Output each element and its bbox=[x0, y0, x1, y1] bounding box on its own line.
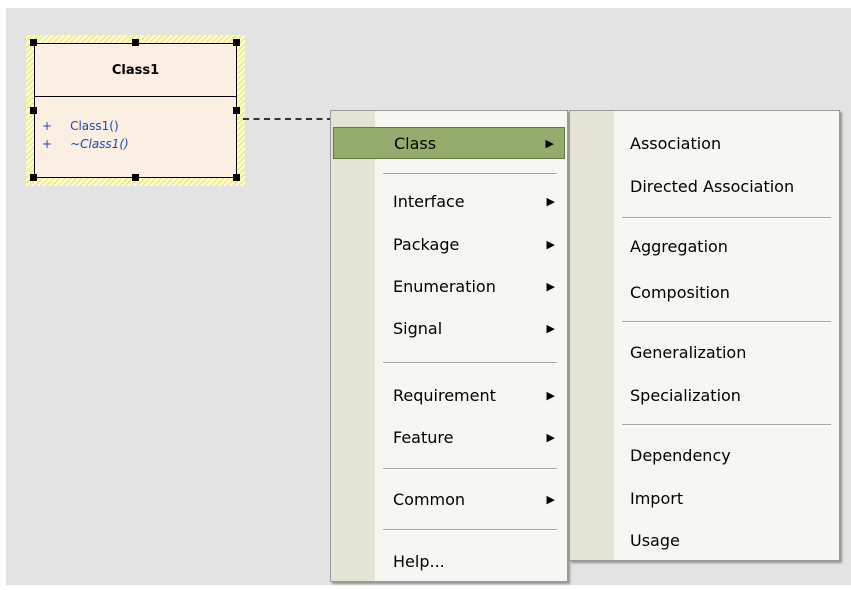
visibility-marker: + bbox=[42, 137, 53, 151]
menu-separator bbox=[622, 321, 831, 323]
menu-item-import[interactable]: Import bbox=[572, 482, 837, 514]
submenu-arrow-icon: ▶ bbox=[546, 321, 555, 335]
menu-item-label: Directed Association bbox=[630, 176, 795, 196]
menu-item-specialization[interactable]: Specialization bbox=[572, 379, 837, 411]
menu-separator bbox=[383, 529, 557, 531]
menu-separator bbox=[383, 173, 557, 175]
menu-item-class[interactable]: Class ▶ bbox=[333, 127, 565, 159]
class-element[interactable]: Class1 + Class1() + ~Class1() bbox=[34, 43, 237, 178]
resize-handle[interactable] bbox=[30, 39, 37, 46]
submenu-arrow-icon: ▶ bbox=[546, 388, 555, 402]
menu-item-feature[interactable]: Feature ▶ bbox=[333, 421, 565, 453]
context-menu: Class ▶ Interface ▶ Package ▶ Enumeratio… bbox=[330, 110, 568, 582]
submenu-arrow-icon: ▶ bbox=[546, 237, 555, 251]
menu-item-label: Requirement bbox=[393, 385, 496, 405]
operation-signature: Class1() bbox=[70, 119, 119, 133]
resize-handle[interactable] bbox=[233, 107, 240, 114]
submenu-arrow-icon: ▶ bbox=[546, 279, 555, 293]
menu-item-label: Interface bbox=[393, 191, 465, 211]
menu-item-label: Association bbox=[630, 133, 722, 153]
menu-item-label: Generalization bbox=[630, 342, 747, 362]
menu-item-label: Dependency bbox=[630, 445, 731, 465]
resize-handle[interactable] bbox=[30, 107, 37, 114]
menu-item-label: Composition bbox=[630, 282, 730, 302]
menu-item-aggregation[interactable]: Aggregation bbox=[572, 230, 837, 262]
menu-item-label: Specialization bbox=[630, 385, 741, 405]
menu-separator bbox=[383, 468, 557, 470]
submenu-arrow-icon: ▶ bbox=[545, 136, 554, 150]
resize-handle[interactable] bbox=[233, 174, 240, 181]
resize-handle[interactable] bbox=[233, 39, 240, 46]
menu-item-dependency[interactable]: Dependency bbox=[572, 439, 837, 471]
menu-item-label: Help... bbox=[393, 551, 445, 571]
menu-item-label: Common bbox=[393, 489, 466, 509]
menu-item-composition[interactable]: Composition bbox=[572, 276, 837, 308]
menu-item-label: Usage bbox=[630, 530, 680, 550]
menu-item-label: Import bbox=[630, 488, 684, 508]
menu-item-common[interactable]: Common ▶ bbox=[333, 483, 565, 515]
menu-item-requirement[interactable]: Requirement ▶ bbox=[333, 379, 565, 411]
menu-item-label: Feature bbox=[393, 427, 454, 447]
connector-drag-line bbox=[243, 118, 333, 120]
operation-row: + Class1() bbox=[42, 119, 119, 133]
menu-item-package[interactable]: Package ▶ bbox=[333, 228, 565, 260]
menu-item-label: Package bbox=[393, 234, 460, 254]
menu-item-enumeration[interactable]: Enumeration ▶ bbox=[333, 270, 565, 302]
submenu-arrow-icon: ▶ bbox=[546, 492, 555, 506]
submenu-arrow-icon: ▶ bbox=[546, 430, 555, 444]
operation-row: + ~Class1() bbox=[42, 137, 129, 151]
resize-handle[interactable] bbox=[132, 174, 139, 181]
visibility-marker: + bbox=[42, 119, 53, 133]
menu-item-signal[interactable]: Signal ▶ bbox=[333, 312, 565, 344]
menu-separator bbox=[622, 424, 831, 426]
class-submenu: Association Directed Association Aggrega… bbox=[569, 110, 840, 561]
menu-separator bbox=[622, 217, 831, 219]
menu-separator bbox=[383, 362, 557, 364]
menu-item-association[interactable]: Association bbox=[572, 127, 837, 159]
menu-item-interface[interactable]: Interface ▶ bbox=[333, 185, 565, 217]
menu-item-label: Signal bbox=[393, 318, 443, 338]
operation-signature: ~Class1() bbox=[70, 137, 129, 151]
class-name: Class1 bbox=[35, 44, 236, 97]
menu-item-usage[interactable]: Usage bbox=[572, 524, 837, 556]
menu-item-directed-association[interactable]: Directed Association bbox=[572, 170, 837, 202]
menu-item-label: Class bbox=[394, 133, 437, 153]
menu-item-label: Enumeration bbox=[393, 276, 496, 296]
submenu-arrow-icon: ▶ bbox=[546, 194, 555, 208]
resize-handle[interactable] bbox=[30, 174, 37, 181]
menu-item-generalization[interactable]: Generalization bbox=[572, 336, 837, 368]
resize-handle[interactable] bbox=[132, 39, 139, 46]
menu-item-label: Aggregation bbox=[630, 236, 728, 256]
menu-item-help[interactable]: Help... bbox=[333, 545, 565, 577]
